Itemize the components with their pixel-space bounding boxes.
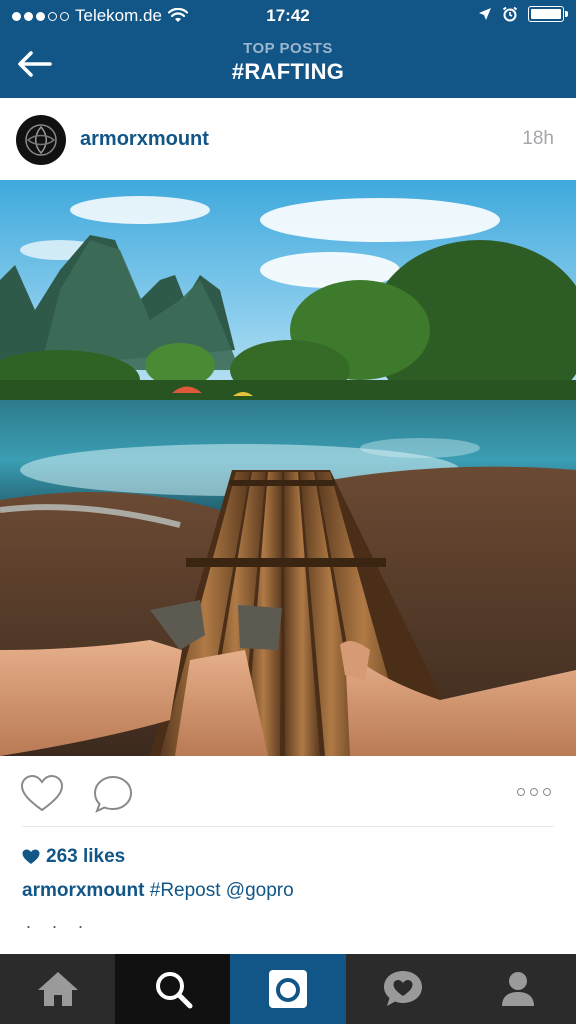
caption-username[interactable]: armorxmount xyxy=(22,880,144,901)
top-navigation-bar: Telekom.de 17:42 TOP POSTS #RAFTING xyxy=(0,0,576,98)
avatar-logo xyxy=(25,124,57,156)
divider xyxy=(22,826,554,827)
home-icon xyxy=(37,972,78,1006)
header-titles: TOP POSTS #RAFTING xyxy=(0,40,576,85)
search-icon xyxy=(155,972,193,1009)
like-button[interactable] xyxy=(20,774,64,814)
likes-label: 263 likes xyxy=(46,846,126,867)
status-indicators xyxy=(478,6,568,22)
page-subtitle: TOP POSTS xyxy=(243,40,333,57)
post-timestamp: 18h xyxy=(522,128,554,149)
rafting-photo xyxy=(0,180,576,756)
bottom-tab-bar xyxy=(0,954,576,1024)
likes-count[interactable]: 263 likes xyxy=(22,846,125,868)
avatar[interactable] xyxy=(16,115,66,165)
page-title: #RAFTING xyxy=(231,59,345,84)
alarm-clock-icon xyxy=(502,6,518,22)
tab-explore[interactable] xyxy=(115,954,231,1024)
heart-filled-icon xyxy=(22,849,40,864)
post-header: armorxmount 18h xyxy=(0,98,576,180)
more-options-icon[interactable] xyxy=(514,782,554,802)
profile-icon xyxy=(502,972,535,1006)
battery-icon xyxy=(528,6,568,22)
tab-activity[interactable] xyxy=(346,954,461,1024)
post-username[interactable]: armorxmount xyxy=(80,128,209,151)
heart-outline-icon xyxy=(20,774,64,812)
caption-text[interactable]: #Repost @gopro xyxy=(150,880,294,901)
activity-heart-bubble-icon xyxy=(384,971,423,1006)
post-caption: armorxmount #Repost @gopro xyxy=(22,880,294,902)
comment-button[interactable] xyxy=(92,774,134,814)
location-arrow-icon xyxy=(479,8,491,20)
battery-level xyxy=(531,9,561,19)
next-post-indicator: . . . xyxy=(26,912,92,932)
comment-bubble-icon xyxy=(93,775,133,813)
post-photo[interactable] xyxy=(0,180,576,756)
tab-camera[interactable] xyxy=(230,954,346,1024)
tab-home[interactable] xyxy=(0,954,115,1024)
post-actions xyxy=(0,756,576,828)
status-bar: Telekom.de 17:42 xyxy=(0,0,576,32)
camera-icon xyxy=(269,970,307,1008)
tab-profile[interactable] xyxy=(461,954,576,1024)
